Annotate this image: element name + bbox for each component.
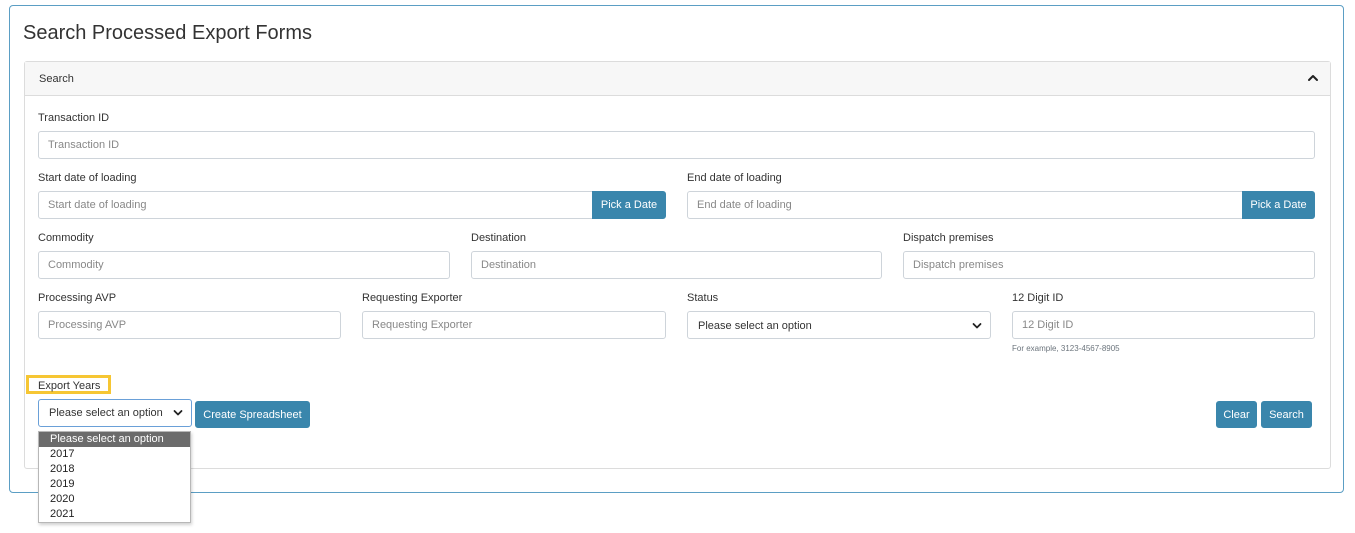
create-spreadsheet-button[interactable]: Create Spreadsheet [195,401,310,428]
end-date-pick-button[interactable]: Pick a Date [1242,191,1315,219]
status-select[interactable]: Please select an option [687,311,991,339]
destination-input[interactable] [471,251,882,279]
processing-avp-label: Processing AVP [38,292,117,304]
requesting-exporter-input[interactable] [362,311,666,339]
twelve-digit-id-input[interactable] [1012,311,1315,339]
clear-button[interactable]: Clear [1216,401,1257,428]
start-date-input[interactable] [38,191,593,219]
search-panel-title: Search [39,73,74,85]
transaction-id-label: Transaction ID [38,112,110,124]
search-button[interactable]: Search [1261,401,1312,428]
start-date-label: Start date of loading [38,172,137,184]
export-years-select[interactable]: Please select an option [38,399,192,427]
chevron-down-icon [972,323,982,329]
chevron-up-icon[interactable] [1306,71,1320,85]
start-date-pick-button[interactable]: Pick a Date [592,191,666,219]
dispatch-premises-label: Dispatch premises [903,232,994,244]
twelve-digit-id-hint: For example, 3123-4567-8905 [1012,344,1120,353]
destination-label: Destination [471,232,527,244]
export-years-option[interactable]: 2020 [39,492,190,507]
status-label: Status [687,292,719,304]
page-title: Search Processed Export Forms [23,22,312,44]
search-panel-header[interactable]: Search [25,62,1330,96]
dispatch-premises-input[interactable] [903,251,1315,279]
commodity-input[interactable] [38,251,450,279]
export-years-dropdown-list: Please select an option 2017 2018 2019 2… [38,431,191,523]
transaction-id-input[interactable] [38,131,1315,159]
export-years-selected-value: Please select an option [49,407,163,419]
twelve-digit-id-label: 12 Digit ID [1012,292,1064,304]
chevron-down-icon [173,410,183,416]
export-years-option[interactable]: 2017 [39,447,190,462]
commodity-label: Commodity [38,232,94,244]
export-years-label: Export Years [38,380,101,392]
export-years-option[interactable]: Please select an option [39,432,190,447]
end-date-input[interactable] [687,191,1243,219]
end-date-label: End date of loading [687,172,782,184]
status-selected-value: Please select an option [698,320,812,332]
export-years-option[interactable]: 2019 [39,477,190,492]
export-years-option[interactable]: 2021 [39,507,190,522]
processing-avp-input[interactable] [38,311,341,339]
requesting-exporter-label: Requesting Exporter [362,292,463,304]
export-years-option[interactable]: 2018 [39,462,190,477]
